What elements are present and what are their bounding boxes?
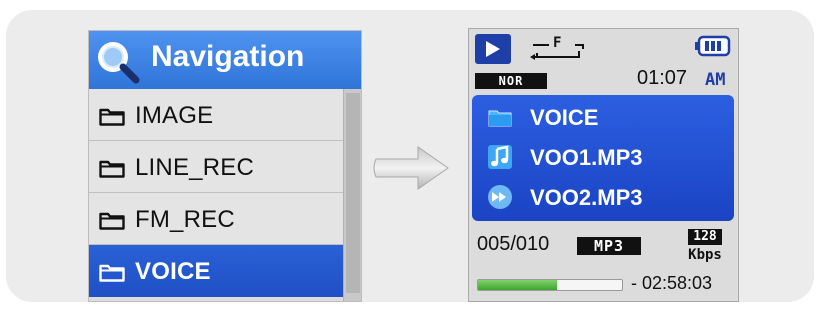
nav-item-label: FM_REC <box>135 206 235 233</box>
folder-icon <box>488 110 512 127</box>
navigation-header: Navigation <box>89 31 361 89</box>
scrollbar-thumb[interactable] <box>346 93 360 293</box>
nav-item-fm-rec[interactable]: FM_REC <box>89 193 343 245</box>
repeat-mode-label: F <box>553 35 562 51</box>
progress-fill <box>478 280 558 290</box>
nav-item-label: VOICE <box>135 258 211 285</box>
right-arrow-icon <box>373 146 449 190</box>
player-screen: F NOR 01:07 AM VOICE VOO1.MP3 VOO2.MP3 0… <box>468 28 739 302</box>
file-name: VOO1.MP3 <box>530 145 643 170</box>
nav-item-line-rec[interactable]: LINE_REC <box>89 141 343 193</box>
file-name: VOO2.MP3 <box>530 185 643 210</box>
forward-icon <box>488 185 512 209</box>
bitrate-unit: Kbps <box>688 247 722 263</box>
battery-icon <box>695 35 731 57</box>
folder-icon <box>99 108 125 126</box>
nav-item-image[interactable]: IMAGE <box>89 89 343 141</box>
folder-icon <box>99 264 125 282</box>
eq-mode-badge: NOR <box>475 73 547 89</box>
navigation-screen: Navigation IMAGE LINE_REC FM_REC VOICE <box>88 30 362 302</box>
bitrate-indicator: 128 Kbps <box>685 229 725 269</box>
navigation-title: Navigation <box>151 40 305 73</box>
nav-item-label: IMAGE <box>135 102 214 129</box>
clock: 01:07 <box>637 67 688 89</box>
nav-item-label: LINE_REC <box>135 154 254 181</box>
bitrate-value: 128 <box>688 229 722 245</box>
folder-icon <box>99 212 125 230</box>
ampm-indicator: AM <box>705 70 726 90</box>
remaining-time: - 02:58:03 <box>631 273 713 293</box>
file-row-voo1[interactable]: VOO1.MP3 <box>472 139 734 177</box>
file-row-voice[interactable]: VOICE <box>472 99 734 137</box>
play-button[interactable] <box>475 34 511 64</box>
file-row-voo2[interactable]: VOO2.MP3 <box>472 179 734 217</box>
search-icon <box>98 42 140 84</box>
play-icon <box>486 41 500 57</box>
file-list: VOICE VOO1.MP3 VOO2.MP3 <box>472 95 734 221</box>
nav-item-voice[interactable]: VOICE <box>89 245 343 297</box>
music-note-icon <box>488 145 512 169</box>
file-name: VOICE <box>530 105 599 130</box>
scrollbar[interactable] <box>343 89 361 301</box>
navigation-list: IMAGE LINE_REC FM_REC VOICE <box>89 89 343 297</box>
folder-icon <box>99 160 125 178</box>
progress-bar[interactable] <box>477 279 623 291</box>
track-counter: 005/010 <box>477 233 550 255</box>
format-badge: MP3 <box>577 237 641 255</box>
